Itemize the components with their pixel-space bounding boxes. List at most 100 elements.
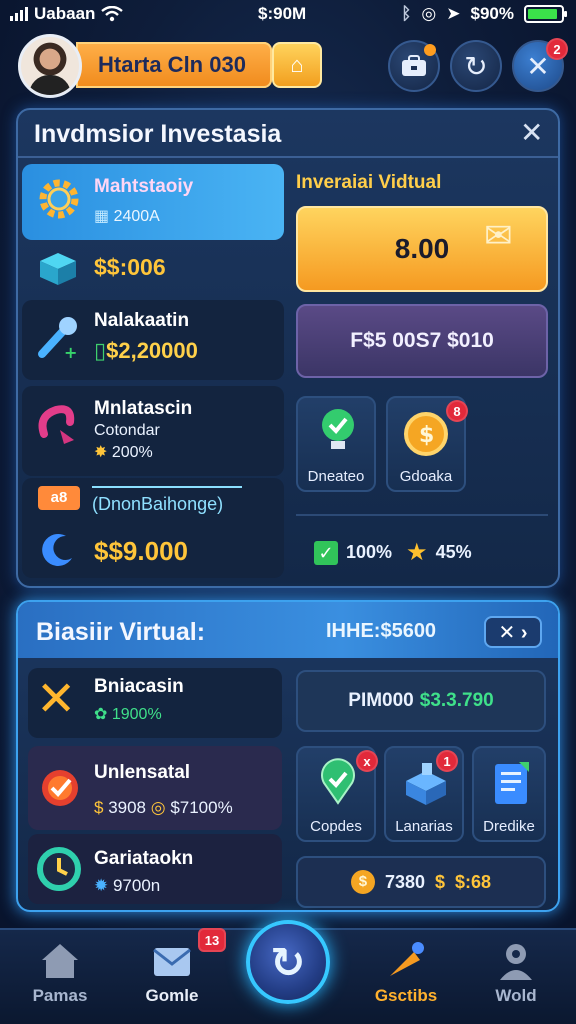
- carrot-icon: [390, 942, 424, 976]
- gear-icon: [36, 176, 82, 222]
- invest-item-2-amount: $$:006: [94, 254, 166, 280]
- nav-gomle-badge: 13: [198, 928, 226, 952]
- nav-item-wold[interactable]: Wold: [466, 936, 566, 1020]
- invest-item-3-title: Nalakaatin: [94, 310, 190, 331]
- virtual-close-arrow-button[interactable]: ✕ ›: [484, 616, 542, 648]
- tile-dneateo-label: Dneateo: [307, 468, 365, 485]
- invest-item-5-title: (DnonBaihonge): [92, 494, 224, 514]
- location-icon: ➤: [446, 4, 461, 23]
- stat-complete: 100%: [346, 542, 393, 562]
- coin-icon: $: [350, 870, 375, 894]
- nav-item-gsctibs[interactable]: Gsctibs: [356, 936, 456, 1020]
- coin-icon: $: [94, 798, 109, 817]
- tile-copdes-label: Copdes: [310, 818, 362, 835]
- gear-icon: ✿: [94, 706, 112, 723]
- battery-icon: [524, 5, 567, 23]
- check-icon: ✓: [314, 540, 338, 565]
- tile-copdes[interactable]: x Copdes: [296, 746, 378, 842]
- clock-icon: [36, 846, 82, 892]
- close-icon: ✕: [526, 50, 550, 82]
- virtual-footer-coins: 7380: [384, 871, 425, 892]
- refresh-icon: ↻: [270, 938, 306, 986]
- invest-price-value: F$5 00S7 $010: [350, 329, 494, 352]
- lightbulb-icon: [312, 404, 364, 456]
- virtual-price-box-value: $3.3.790: [419, 690, 494, 711]
- invest-item-4-sub2: ✸ 200%: [94, 444, 153, 461]
- virtual-item-3-sub: ✹ 9700n: [94, 876, 161, 895]
- signal-icon: [10, 7, 28, 21]
- box-icon: [36, 248, 80, 288]
- nav-center-button[interactable]: ↻: [246, 920, 330, 1004]
- tag-icon: a8: [38, 486, 80, 510]
- virtual-price-label: IHHE:$5600: [326, 620, 437, 642]
- tile-gdoaka-badge: 8: [446, 400, 468, 422]
- money-icon: ▯: [94, 338, 107, 363]
- dollar-icon: $: [435, 871, 446, 892]
- virtual-item-3-title: Gariataokn: [94, 848, 194, 869]
- invest-item-6-amount: $$9.000: [94, 536, 188, 566]
- document-icon: [486, 758, 536, 810]
- player-name-pill[interactable]: Htarta Cln 030: [76, 42, 272, 88]
- home-icon: [42, 944, 78, 978]
- invest-item-4-sub: Cotondar: [94, 422, 160, 439]
- player-name: Htarta Cln 030: [98, 52, 246, 77]
- tile-gdoaka-label: Gdoaka: [399, 468, 453, 485]
- virtual-item-1-title: Bniacasin: [94, 676, 184, 697]
- home-icon: ⌂: [290, 52, 304, 77]
- avatar[interactable]: [18, 34, 82, 98]
- home-button[interactable]: ⌂: [272, 42, 322, 88]
- mail-icon: [153, 948, 191, 976]
- alarm-icon: ◎: [421, 4, 437, 23]
- toolbox-icon: [402, 55, 426, 76]
- invest-price-button[interactable]: F$5 00S7 $010: [296, 304, 548, 378]
- close-badge: 2: [546, 38, 568, 60]
- battery-percent: $90%: [470, 4, 514, 23]
- chart-icon: ▦: [94, 208, 114, 225]
- invest-main-value: 8.00: [394, 233, 450, 264]
- target-icon: [36, 760, 86, 810]
- virtual-footer-cash: $:68: [455, 871, 492, 892]
- virtual-price-box[interactable]: PIM000 $3.3.790: [296, 670, 546, 732]
- invest-panel-close-icon[interactable]: ✕: [520, 116, 543, 149]
- close-arrow-icon: ✕ ›: [498, 621, 528, 644]
- gear-icon: ✹: [94, 876, 113, 895]
- invest-panel-title: Invdmsior Investasia: [34, 120, 282, 148]
- close-button[interactable]: ✕ 2: [512, 38, 568, 92]
- invest-right-title: Inveraiai Vidtual: [296, 172, 442, 193]
- tile-copdes-badge: x: [356, 750, 378, 772]
- tile-gdoaka[interactable]: $ 8 Gdoaka: [386, 396, 468, 492]
- star-icon: ★: [406, 539, 428, 566]
- tile-dredike-label: Dredike: [483, 818, 535, 835]
- profile-icon: [500, 944, 532, 980]
- nav-label-wold: Wold: [495, 986, 537, 1005]
- divider: [296, 514, 548, 516]
- tile-dneateo[interactable]: Dneateo: [296, 396, 376, 492]
- coin-icon: $: [400, 408, 452, 460]
- nav-label-pamas: Pamas: [32, 986, 88, 1005]
- nav-item-pamas[interactable]: Pamas: [10, 936, 110, 1020]
- invest-stats: ✓ 100% ★ 45%: [314, 538, 472, 567]
- divider: [18, 156, 558, 158]
- hook-icon: [34, 400, 82, 450]
- status-bar: Uabaan $:90M ᛒ ◎ ➤ $90%: [0, 0, 576, 30]
- tile-lanarias-badge: 1: [436, 750, 458, 772]
- tile-dredike[interactable]: Dredike: [472, 746, 546, 842]
- invest-item-3-amount: ▯$2,20000: [94, 338, 198, 363]
- invest-item-1-sub: ▦ 2400A: [94, 208, 160, 225]
- toolbox-button[interactable]: [388, 40, 440, 92]
- virtual-item-1-sub: ✿ 1900%: [94, 706, 162, 723]
- virtual-footer: $ 7380 $ $:68: [296, 856, 546, 908]
- stat-rating: 45%: [435, 542, 472, 562]
- wifi-icon: [101, 6, 124, 22]
- tile-lanarias[interactable]: 1 Lanarias: [384, 746, 464, 842]
- virtual-panel-title: Biasiir Virtual:: [36, 618, 206, 646]
- invest-item-4-title: Mnlatascin: [94, 398, 193, 419]
- nav-item-gomle[interactable]: 13 Gomle: [122, 928, 226, 1020]
- svg-text:+: +: [64, 343, 77, 362]
- virtual-price-box-label: PIM000: [348, 690, 414, 711]
- refresh-button[interactable]: ↻: [450, 40, 502, 92]
- moon-icon: [38, 530, 78, 570]
- clock: $:90M: [258, 4, 307, 23]
- star-icon: ✸: [94, 444, 112, 461]
- nav-label-gomle: Gomle: [145, 986, 199, 1005]
